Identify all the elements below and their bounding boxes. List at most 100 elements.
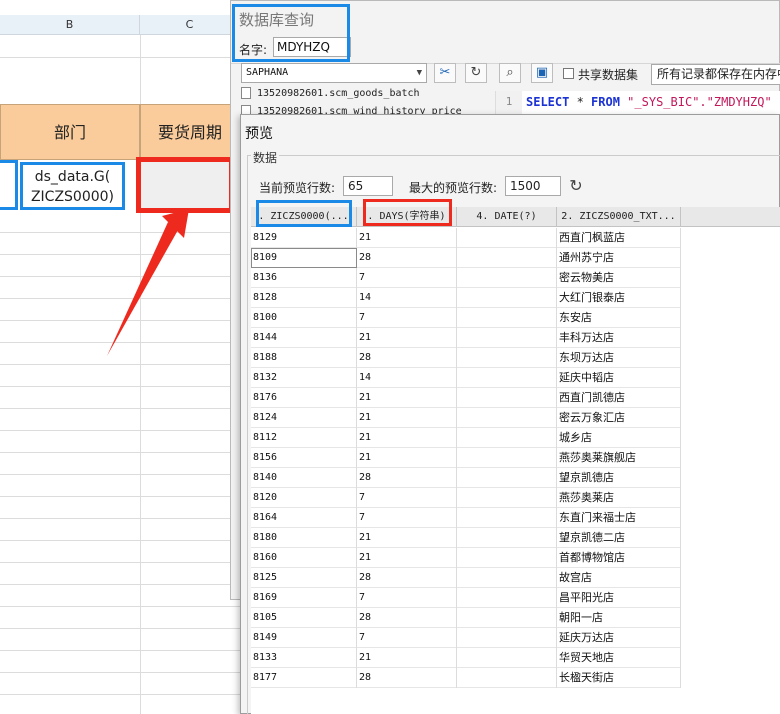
column-header-b[interactable]: B — [0, 15, 140, 35]
table-row[interactable]: 8156 21 燕莎奥莱旗舰店 — [251, 448, 681, 468]
table-cell[interactable]: 7 — [357, 628, 457, 648]
table-cell[interactable]: 28 — [357, 348, 457, 368]
table-cell[interactable]: 8100 — [251, 308, 357, 328]
table-cell[interactable] — [457, 488, 557, 508]
table-cell[interactable]: 8132 — [251, 368, 357, 388]
table-cell[interactable]: 望京凯德二店 — [557, 528, 681, 548]
table-row[interactable]: 8169 7 昌平阳光店 — [251, 588, 681, 608]
memory-save-select[interactable]: 所有记录都保存在内存中 — [651, 64, 780, 85]
table-cell[interactable] — [457, 568, 557, 588]
table-cell[interactable] — [457, 248, 557, 268]
table-cell[interactable]: 8128 — [251, 288, 357, 308]
table-cell[interactable]: 8149 — [251, 628, 357, 648]
table-cell[interactable]: 西直门枫蓝店 — [557, 228, 681, 248]
table-cell[interactable]: 大红门银泰店 — [557, 288, 681, 308]
table-cell[interactable]: 8160 — [251, 548, 357, 568]
table-cell[interactable]: 8180 — [251, 528, 357, 548]
table-row[interactable]: 8164 7 东直门来福士店 — [251, 508, 681, 528]
table-cell[interactable]: 7 — [357, 308, 457, 328]
table-cell[interactable]: 8125 — [251, 568, 357, 588]
table-cell[interactable] — [457, 448, 557, 468]
table-cell[interactable]: 长楹天街店 — [557, 668, 681, 688]
table-row[interactable]: 8112 21 城乡店 — [251, 428, 681, 448]
table-cell[interactable] — [457, 528, 557, 548]
table-cell[interactable]: 8188 — [251, 348, 357, 368]
table-cell[interactable]: 8177 — [251, 668, 357, 688]
table-cell[interactable] — [457, 368, 557, 388]
table-row[interactable]: 8125 28 故宫店 — [251, 568, 681, 588]
column-header[interactable]: 2. ZICZS0000_TXT... — [557, 207, 681, 227]
table-row[interactable]: 8124 21 密云万象汇店 — [251, 408, 681, 428]
table-cell[interactable]: 东坝万达店 — [557, 348, 681, 368]
table-row[interactable]: 8105 28 朝阳一店 — [251, 608, 681, 628]
table-cell[interactable]: 东安店 — [557, 308, 681, 328]
table-cell[interactable]: 延庆中韬店 — [557, 368, 681, 388]
table-cell[interactable] — [457, 388, 557, 408]
column-header[interactable]: 4. DATE(?) — [457, 207, 557, 227]
table-cell[interactable]: 东直门来福士店 — [557, 508, 681, 528]
table-cell[interactable] — [457, 628, 557, 648]
table-row[interactable]: 8188 28 东坝万达店 — [251, 348, 681, 368]
table-cell[interactable] — [457, 548, 557, 568]
table-cell[interactable]: 21 — [357, 548, 457, 568]
table-cell[interactable]: 延庆万达店 — [557, 628, 681, 648]
table-cell[interactable] — [457, 288, 557, 308]
table-cell[interactable]: 故宫店 — [557, 568, 681, 588]
table-cell[interactable] — [457, 268, 557, 288]
cell-ds-formula[interactable]: ds_data.G( ZICZS0000) — [20, 162, 125, 210]
table-row[interactable]: 8120 7 燕莎奥莱店 — [251, 488, 681, 508]
table-cell[interactable]: 21 — [357, 408, 457, 428]
table-cell[interactable]: 8124 — [251, 408, 357, 428]
table-cell[interactable]: 7 — [357, 508, 457, 528]
table-cell[interactable]: 28 — [357, 468, 457, 488]
save-icon[interactable]: ▣ — [531, 63, 553, 83]
table-cell[interactable]: 首都博物馆店 — [557, 548, 681, 568]
table-cell[interactable]: 14 — [357, 288, 457, 308]
table-cell[interactable]: 燕莎奥莱旗舰店 — [557, 448, 681, 468]
table-cell[interactable]: 7 — [357, 268, 457, 288]
table-cell[interactable] — [457, 428, 557, 448]
table-cell[interactable] — [457, 468, 557, 488]
table-cell[interactable]: 21 — [357, 448, 457, 468]
table-cell[interactable]: 14 — [357, 368, 457, 388]
table-cell[interactable] — [457, 348, 557, 368]
table-row[interactable]: 8128 14 大红门银泰店 — [251, 288, 681, 308]
table-row[interactable]: 8109 28 通州苏宁店 — [251, 248, 681, 268]
table-cell[interactable]: 8176 — [251, 388, 357, 408]
table-row[interactable]: 8144 21 丰科万达店 — [251, 328, 681, 348]
table-row[interactable]: 8132 14 延庆中韬店 — [251, 368, 681, 388]
table-cell[interactable]: 8112 — [251, 428, 357, 448]
table-cell[interactable]: 8144 — [251, 328, 357, 348]
table-cell[interactable]: 28 — [357, 568, 457, 588]
table-row[interactable]: 8136 7 密云物美店 — [251, 268, 681, 288]
table-cell[interactable] — [457, 328, 557, 348]
table-row[interactable]: 8140 28 望京凯德店 — [251, 468, 681, 488]
share-dataset-checkbox[interactable] — [563, 68, 574, 79]
table-row[interactable]: 8176 21 西直门凯德店 — [251, 388, 681, 408]
table-row[interactable]: 8133 21 华贸天地店 — [251, 648, 681, 668]
table-cell[interactable]: 8164 — [251, 508, 357, 528]
table-row[interactable]: 8180 21 望京凯德二店 — [251, 528, 681, 548]
refresh-icon[interactable]: ↻ — [566, 175, 586, 197]
sql-editor[interactable]: 1 SELECT * FROM "_SYS_BIC"."ZMDYHZQ" — [495, 91, 780, 115]
table-cell[interactable]: 8105 — [251, 608, 357, 628]
table-cell[interactable] — [457, 228, 557, 248]
table-cell[interactable] — [457, 508, 557, 528]
table-cell[interactable]: 21 — [357, 648, 457, 668]
table-cell[interactable]: 燕莎奥莱店 — [557, 488, 681, 508]
table-cell[interactable]: 7 — [357, 588, 457, 608]
table-cell[interactable]: 密云万象汇店 — [557, 408, 681, 428]
table-cell[interactable]: 8136 — [251, 268, 357, 288]
cell-header-dept[interactable]: 部门 — [0, 104, 140, 160]
table-cell[interactable]: 朝阳一店 — [557, 608, 681, 628]
cell-cycle-target[interactable] — [136, 157, 234, 213]
table-cell[interactable]: 8169 — [251, 588, 357, 608]
table-cell[interactable]: 望京凯德店 — [557, 468, 681, 488]
datasource-select[interactable]: SAPHANA ▼ — [241, 63, 427, 83]
table-cell[interactable] — [457, 308, 557, 328]
table-row[interactable]: 8160 21 首都博物馆店 — [251, 548, 681, 568]
refresh-icon[interactable]: ↻ — [465, 63, 487, 83]
table-cell[interactable]: 8109 — [251, 248, 357, 268]
table-cell[interactable]: 21 — [357, 528, 457, 548]
table-cell[interactable]: 华贸天地店 — [557, 648, 681, 668]
